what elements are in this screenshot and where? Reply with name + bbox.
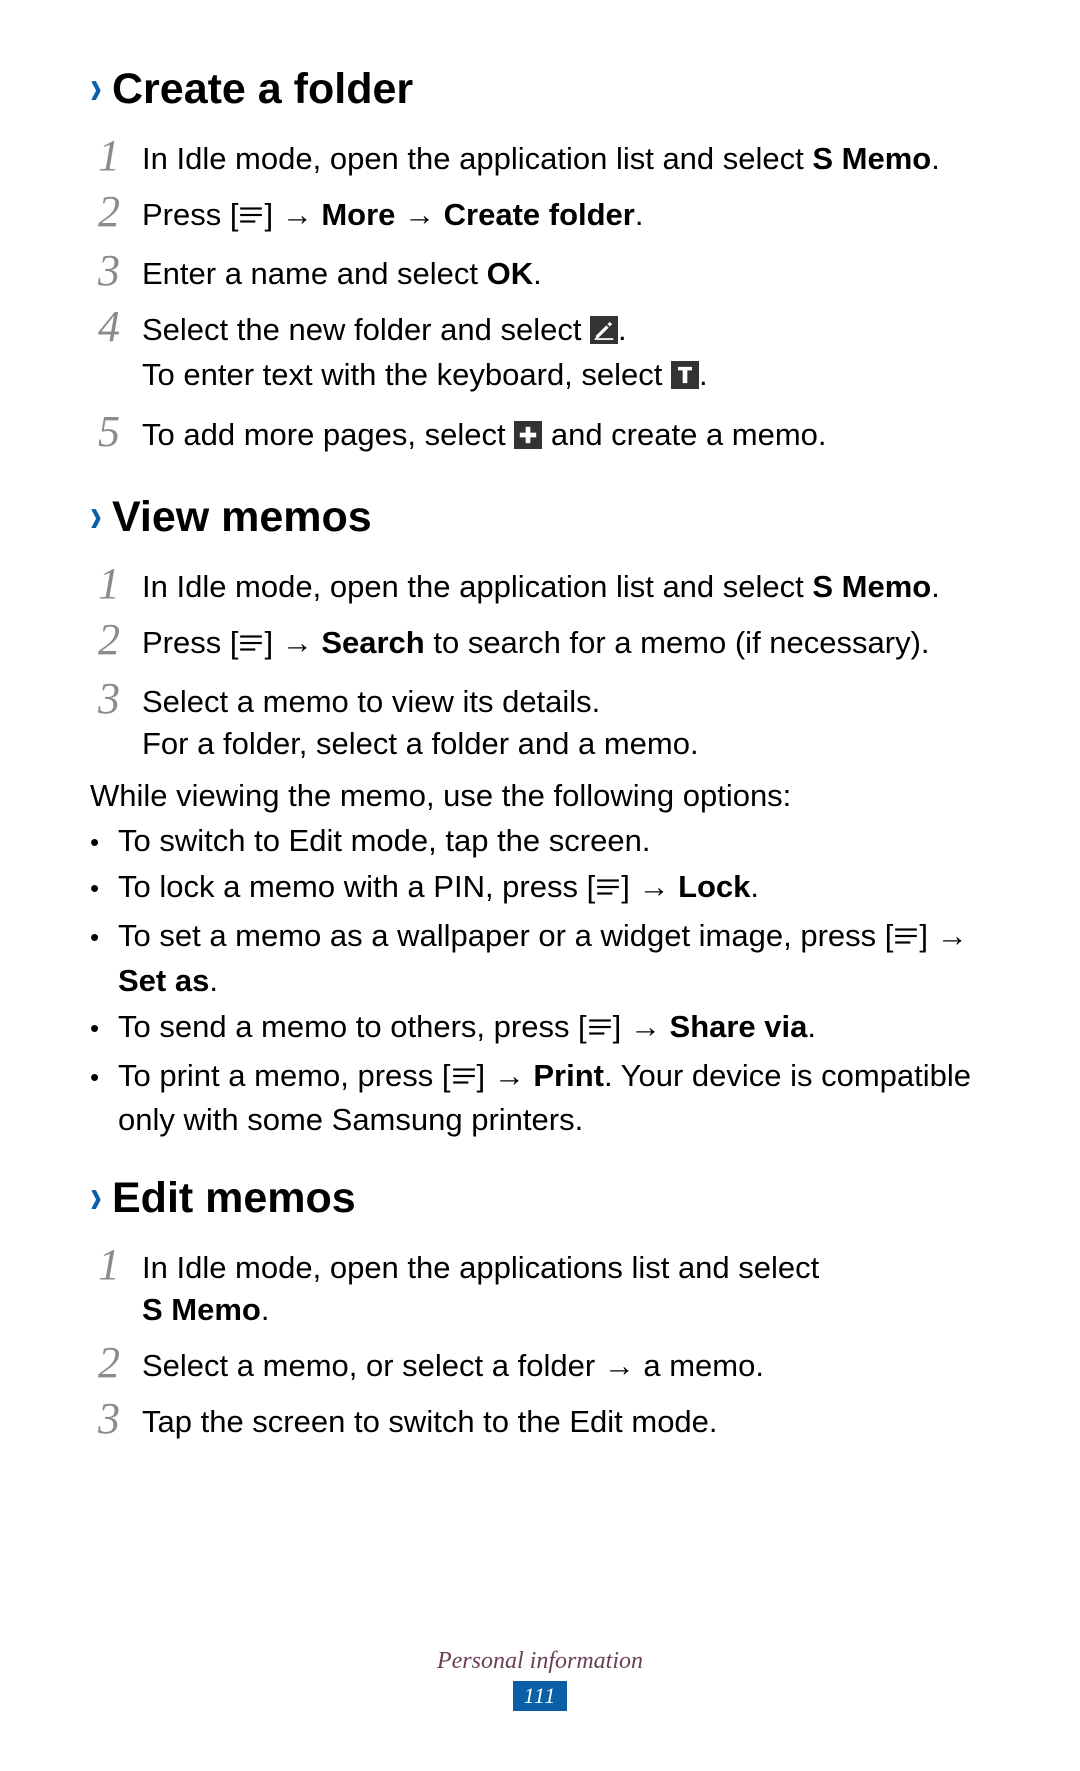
menu-icon xyxy=(595,869,621,911)
heading-create-folder: › Create a folder xyxy=(90,60,990,118)
step-body: Press [] → More → Create folder. xyxy=(142,188,990,239)
bullets-view-memos: •To switch to Edit mode, tap the screen.… xyxy=(90,820,990,1141)
list-item: •To lock a memo with a PIN, press [] → L… xyxy=(90,866,990,911)
step-body: Tap the screen to switch to the Edit mod… xyxy=(142,1395,990,1443)
chevron-right-icon: › xyxy=(90,55,102,121)
bullet-body: To print a memo, press [] → Print. Your … xyxy=(118,1055,990,1142)
step-number: 2 xyxy=(98,188,142,234)
step-1: 1In Idle mode, open the application list… xyxy=(98,560,990,608)
menu-icon xyxy=(238,197,264,239)
bullet-body: To send a memo to others, press [] → Sha… xyxy=(118,1006,990,1051)
step-body: Enter a name and select OK. xyxy=(142,247,990,295)
list-item: •To send a memo to others, press [] → Sh… xyxy=(90,1006,990,1051)
footer: Personal information 111 xyxy=(0,1645,1080,1711)
steps-edit-memos: 1In Idle mode, open the applications lis… xyxy=(98,1241,990,1442)
para-while-viewing: While viewing the memo, use the followin… xyxy=(90,775,990,817)
step-number: 4 xyxy=(98,303,142,349)
heading-view-memos: › View memos xyxy=(90,488,990,546)
bullet-mark: • xyxy=(90,1055,118,1095)
menu-icon xyxy=(238,625,264,667)
step-number: 2 xyxy=(98,1339,142,1385)
step-number: 1 xyxy=(98,132,142,178)
chevron-right-icon: › xyxy=(90,483,102,549)
step-body: In Idle mode, open the applications list… xyxy=(142,1241,990,1331)
step-number: 3 xyxy=(98,247,142,293)
step-2: 2Press [] → More → Create folder. xyxy=(98,188,990,239)
step-body: In Idle mode, open the application list … xyxy=(142,132,990,180)
step-2: 2Select a memo, or select a folder → a m… xyxy=(98,1339,990,1387)
heading-text: Create a folder xyxy=(112,60,413,118)
chevron-right-icon: › xyxy=(90,1164,102,1230)
step-4: 4Select the new folder and select .To en… xyxy=(98,303,990,401)
add-page-icon xyxy=(514,418,542,460)
heading-text: Edit memos xyxy=(112,1169,356,1227)
step-number: 5 xyxy=(98,408,142,454)
step-1: 1In Idle mode, open the applications lis… xyxy=(98,1241,990,1331)
menu-icon xyxy=(893,918,919,960)
bullet-mark: • xyxy=(90,820,118,860)
pencil-icon xyxy=(590,313,618,355)
steps-create-folder: 1In Idle mode, open the application list… xyxy=(98,132,990,460)
page-number: 111 xyxy=(513,1681,567,1711)
step-1: 1In Idle mode, open the application list… xyxy=(98,132,990,180)
bullet-body: To switch to Edit mode, tap the screen. xyxy=(118,820,990,862)
step-body: Select the new folder and select .To ent… xyxy=(142,303,990,401)
step-body: Select a memo to view its details.For a … xyxy=(142,675,990,765)
bullet-body: To lock a memo with a PIN, press [] → Lo… xyxy=(118,866,990,911)
footer-label: Personal information xyxy=(0,1645,1080,1677)
step-3: 3Select a memo to view its details.For a… xyxy=(98,675,990,765)
menu-icon xyxy=(587,1009,613,1051)
bullet-mark: • xyxy=(90,1006,118,1046)
steps-view-memos: 1In Idle mode, open the application list… xyxy=(98,560,990,764)
bullet-mark: • xyxy=(90,915,118,955)
step-body: Press [] → Search to search for a memo (… xyxy=(142,616,990,667)
heading-text: View memos xyxy=(112,488,372,546)
step-number: 3 xyxy=(98,675,142,721)
list-item: •To set a memo as a wallpaper or a widge… xyxy=(90,915,990,1002)
step-body: Select a memo, or select a folder → a me… xyxy=(142,1339,990,1387)
step-3: 3Tap the screen to switch to the Edit mo… xyxy=(98,1395,990,1443)
step-body: To add more pages, select and create a m… xyxy=(142,408,990,460)
step-number: 1 xyxy=(98,1241,142,1287)
step-number: 3 xyxy=(98,1395,142,1441)
text-icon xyxy=(671,358,699,400)
step-number: 1 xyxy=(98,560,142,606)
step-5: 5To add more pages, select and create a … xyxy=(98,408,990,460)
list-item: •To switch to Edit mode, tap the screen. xyxy=(90,820,990,862)
step-number: 2 xyxy=(98,616,142,662)
list-item: •To print a memo, press [] → Print. Your… xyxy=(90,1055,990,1142)
step-body: In Idle mode, open the application list … xyxy=(142,560,990,608)
step-2: 2Press [] → Search to search for a memo … xyxy=(98,616,990,667)
menu-icon xyxy=(451,1058,477,1100)
bullet-body: To set a memo as a wallpaper or a widget… xyxy=(118,915,990,1002)
heading-edit-memos: › Edit memos xyxy=(90,1169,990,1227)
step-3: 3Enter a name and select OK. xyxy=(98,247,990,295)
bullet-mark: • xyxy=(90,866,118,906)
